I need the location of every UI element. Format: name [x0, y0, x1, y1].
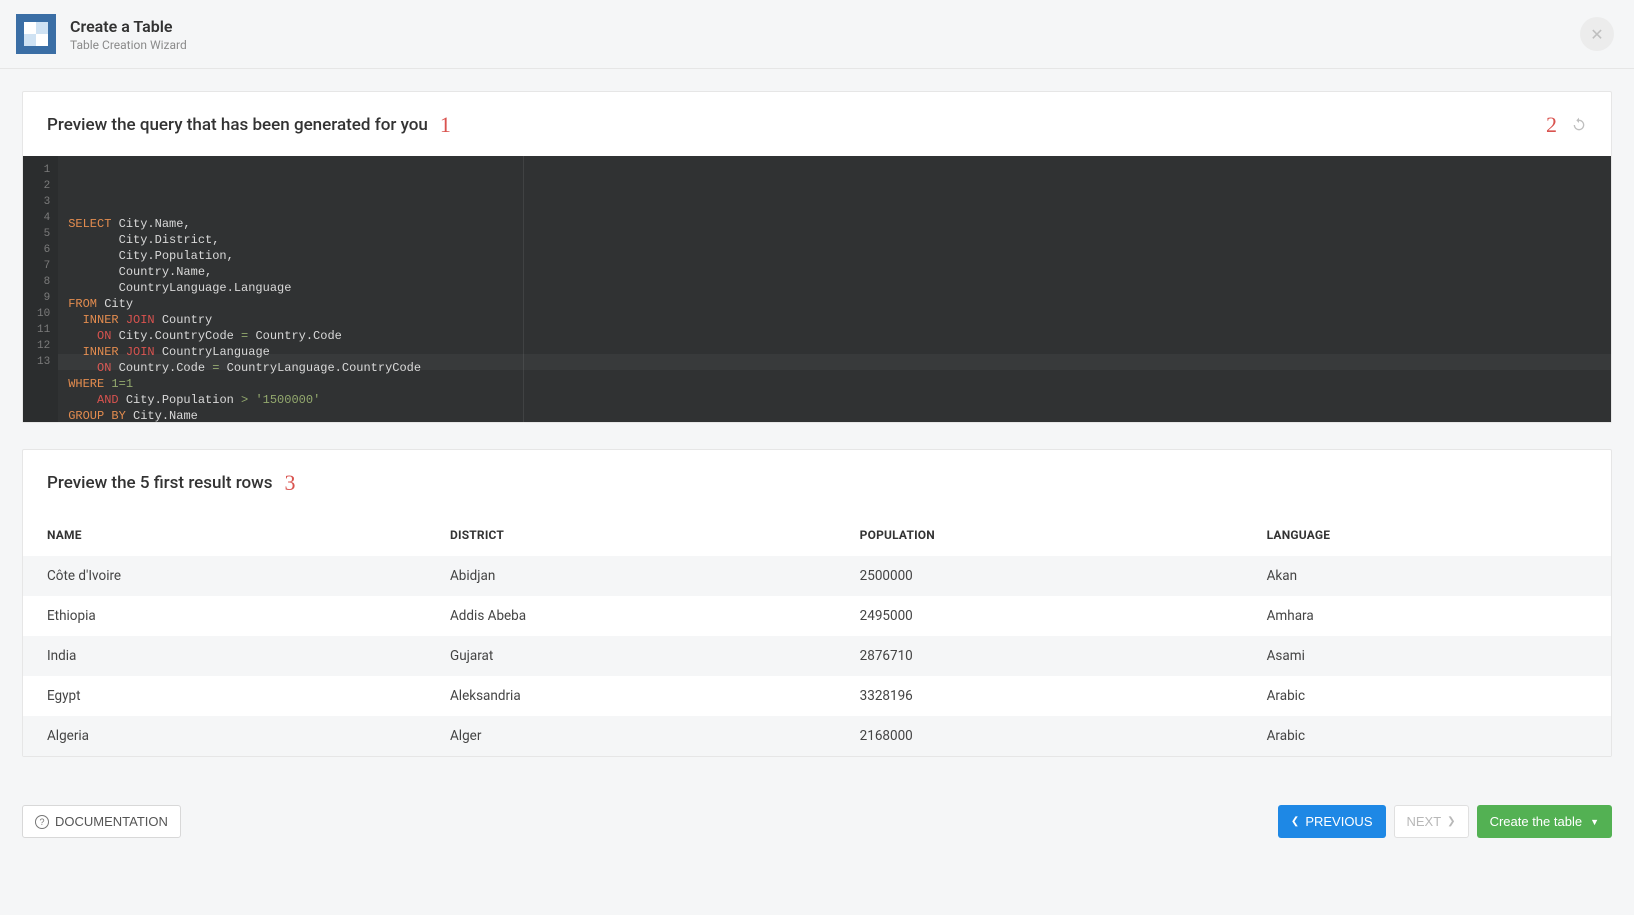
table-cell: 2876710: [836, 636, 1243, 676]
table-cell: 2168000: [836, 716, 1243, 756]
page-subtitle: Table Creation Wizard: [70, 38, 187, 52]
print-margin: [523, 156, 524, 422]
close-icon: ✕: [1590, 25, 1603, 44]
table-cell: 3328196: [836, 676, 1243, 716]
code-line[interactable]: City.District,: [68, 232, 1601, 248]
wizard-footer: ? DOCUMENTATION ❮ PREVIOUS NEXT ❯ Create…: [0, 805, 1634, 860]
table-row: IndiaGujarat2876710Asami: [23, 636, 1611, 676]
table-cell: Alger: [426, 716, 836, 756]
table-cell: 2495000: [836, 596, 1243, 636]
sql-editor[interactable]: 12345678910111213 SELECT City.Name, City…: [23, 156, 1611, 422]
code-line[interactable]: Country.Name,: [68, 264, 1601, 280]
code-line[interactable]: ON City.CountryCode = Country.Code: [68, 328, 1601, 344]
column-header: LANGUAGE: [1243, 514, 1611, 556]
table-row: AlgeriaAlger2168000Arabic: [23, 716, 1611, 756]
table-row: EgyptAleksandria3328196Arabic: [23, 676, 1611, 716]
next-label: NEXT: [1407, 814, 1442, 829]
column-header: DISTRICT: [426, 514, 836, 556]
caret-down-icon: ▼: [1590, 817, 1599, 827]
code-line[interactable]: City.Population,: [68, 248, 1601, 264]
refresh-icon[interactable]: [1571, 117, 1587, 133]
table-cell: Ethiopia: [23, 596, 426, 636]
table-cell: Akan: [1243, 556, 1611, 596]
next-button: NEXT ❯: [1394, 805, 1469, 838]
code-line[interactable]: SELECT City.Name,: [68, 216, 1601, 232]
column-header: NAME: [23, 514, 426, 556]
query-preview-heading: Preview the query that has been generate…: [47, 115, 428, 135]
table-cell: Arabic: [1243, 676, 1611, 716]
help-icon: ?: [35, 815, 49, 829]
table-cell: India: [23, 636, 426, 676]
chevron-left-icon: ❮: [1291, 816, 1299, 827]
create-table-label: Create the table: [1490, 814, 1583, 829]
table-cell: Egypt: [23, 676, 426, 716]
code-line[interactable]: INNER JOIN CountryLanguage: [68, 344, 1601, 360]
table-header-row: NAMEDISTRICTPOPULATIONLANGUAGE: [23, 514, 1611, 556]
column-header: POPULATION: [836, 514, 1243, 556]
code-line[interactable]: CountryLanguage.Language: [68, 280, 1601, 296]
previous-label: PREVIOUS: [1305, 814, 1372, 829]
code-area[interactable]: SELECT City.Name, City.District, City.Po…: [58, 156, 1611, 422]
callout-1: 1: [440, 112, 451, 138]
code-line[interactable]: AND City.Population > '1500000': [68, 392, 1601, 408]
code-line[interactable]: INNER JOIN Country: [68, 312, 1601, 328]
table-row: Côte d'IvoireAbidjan2500000Akan: [23, 556, 1611, 596]
line-gutter: 12345678910111213: [23, 156, 58, 422]
table-cell: Asami: [1243, 636, 1611, 676]
chevron-right-icon: ❯: [1447, 816, 1455, 827]
table-cell: Addis Abeba: [426, 596, 836, 636]
results-preview-panel: Preview the 5 first result rows 3 NAMEDI…: [22, 449, 1612, 757]
code-line[interactable]: FROM City: [68, 296, 1601, 312]
documentation-label: DOCUMENTATION: [55, 814, 168, 829]
table-row: EthiopiaAddis Abeba2495000Amhara: [23, 596, 1611, 636]
documentation-button[interactable]: ? DOCUMENTATION: [22, 805, 181, 838]
code-line[interactable]: WHERE 1=1: [68, 376, 1601, 392]
page-title: Create a Table: [70, 17, 187, 36]
table-cell: Algeria: [23, 716, 426, 756]
previous-button[interactable]: ❮ PREVIOUS: [1278, 805, 1386, 838]
table-cell: Aleksandria: [426, 676, 836, 716]
table-cell: Abidjan: [426, 556, 836, 596]
callout-2: 2: [1546, 112, 1557, 138]
table-cell: Amhara: [1243, 596, 1611, 636]
table-cell: 2500000: [836, 556, 1243, 596]
close-button[interactable]: ✕: [1580, 17, 1614, 51]
results-preview-heading: Preview the 5 first result rows: [47, 473, 273, 493]
query-preview-panel: Preview the query that has been generate…: [22, 91, 1612, 423]
table-cell: Arabic: [1243, 716, 1611, 756]
app-logo-icon: [16, 14, 56, 54]
table-cell: Côte d'Ivoire: [23, 556, 426, 596]
create-table-button[interactable]: Create the table ▼: [1477, 805, 1612, 838]
wizard-header: Create a Table Table Creation Wizard ✕: [0, 0, 1634, 69]
results-table: NAMEDISTRICTPOPULATIONLANGUAGE Côte d'Iv…: [23, 514, 1611, 756]
callout-3: 3: [285, 470, 296, 496]
table-cell: Gujarat: [426, 636, 836, 676]
code-line[interactable]: ON Country.Code = CountryLanguage.Countr…: [68, 360, 1601, 376]
code-line[interactable]: GROUP BY City.Name: [68, 408, 1601, 424]
